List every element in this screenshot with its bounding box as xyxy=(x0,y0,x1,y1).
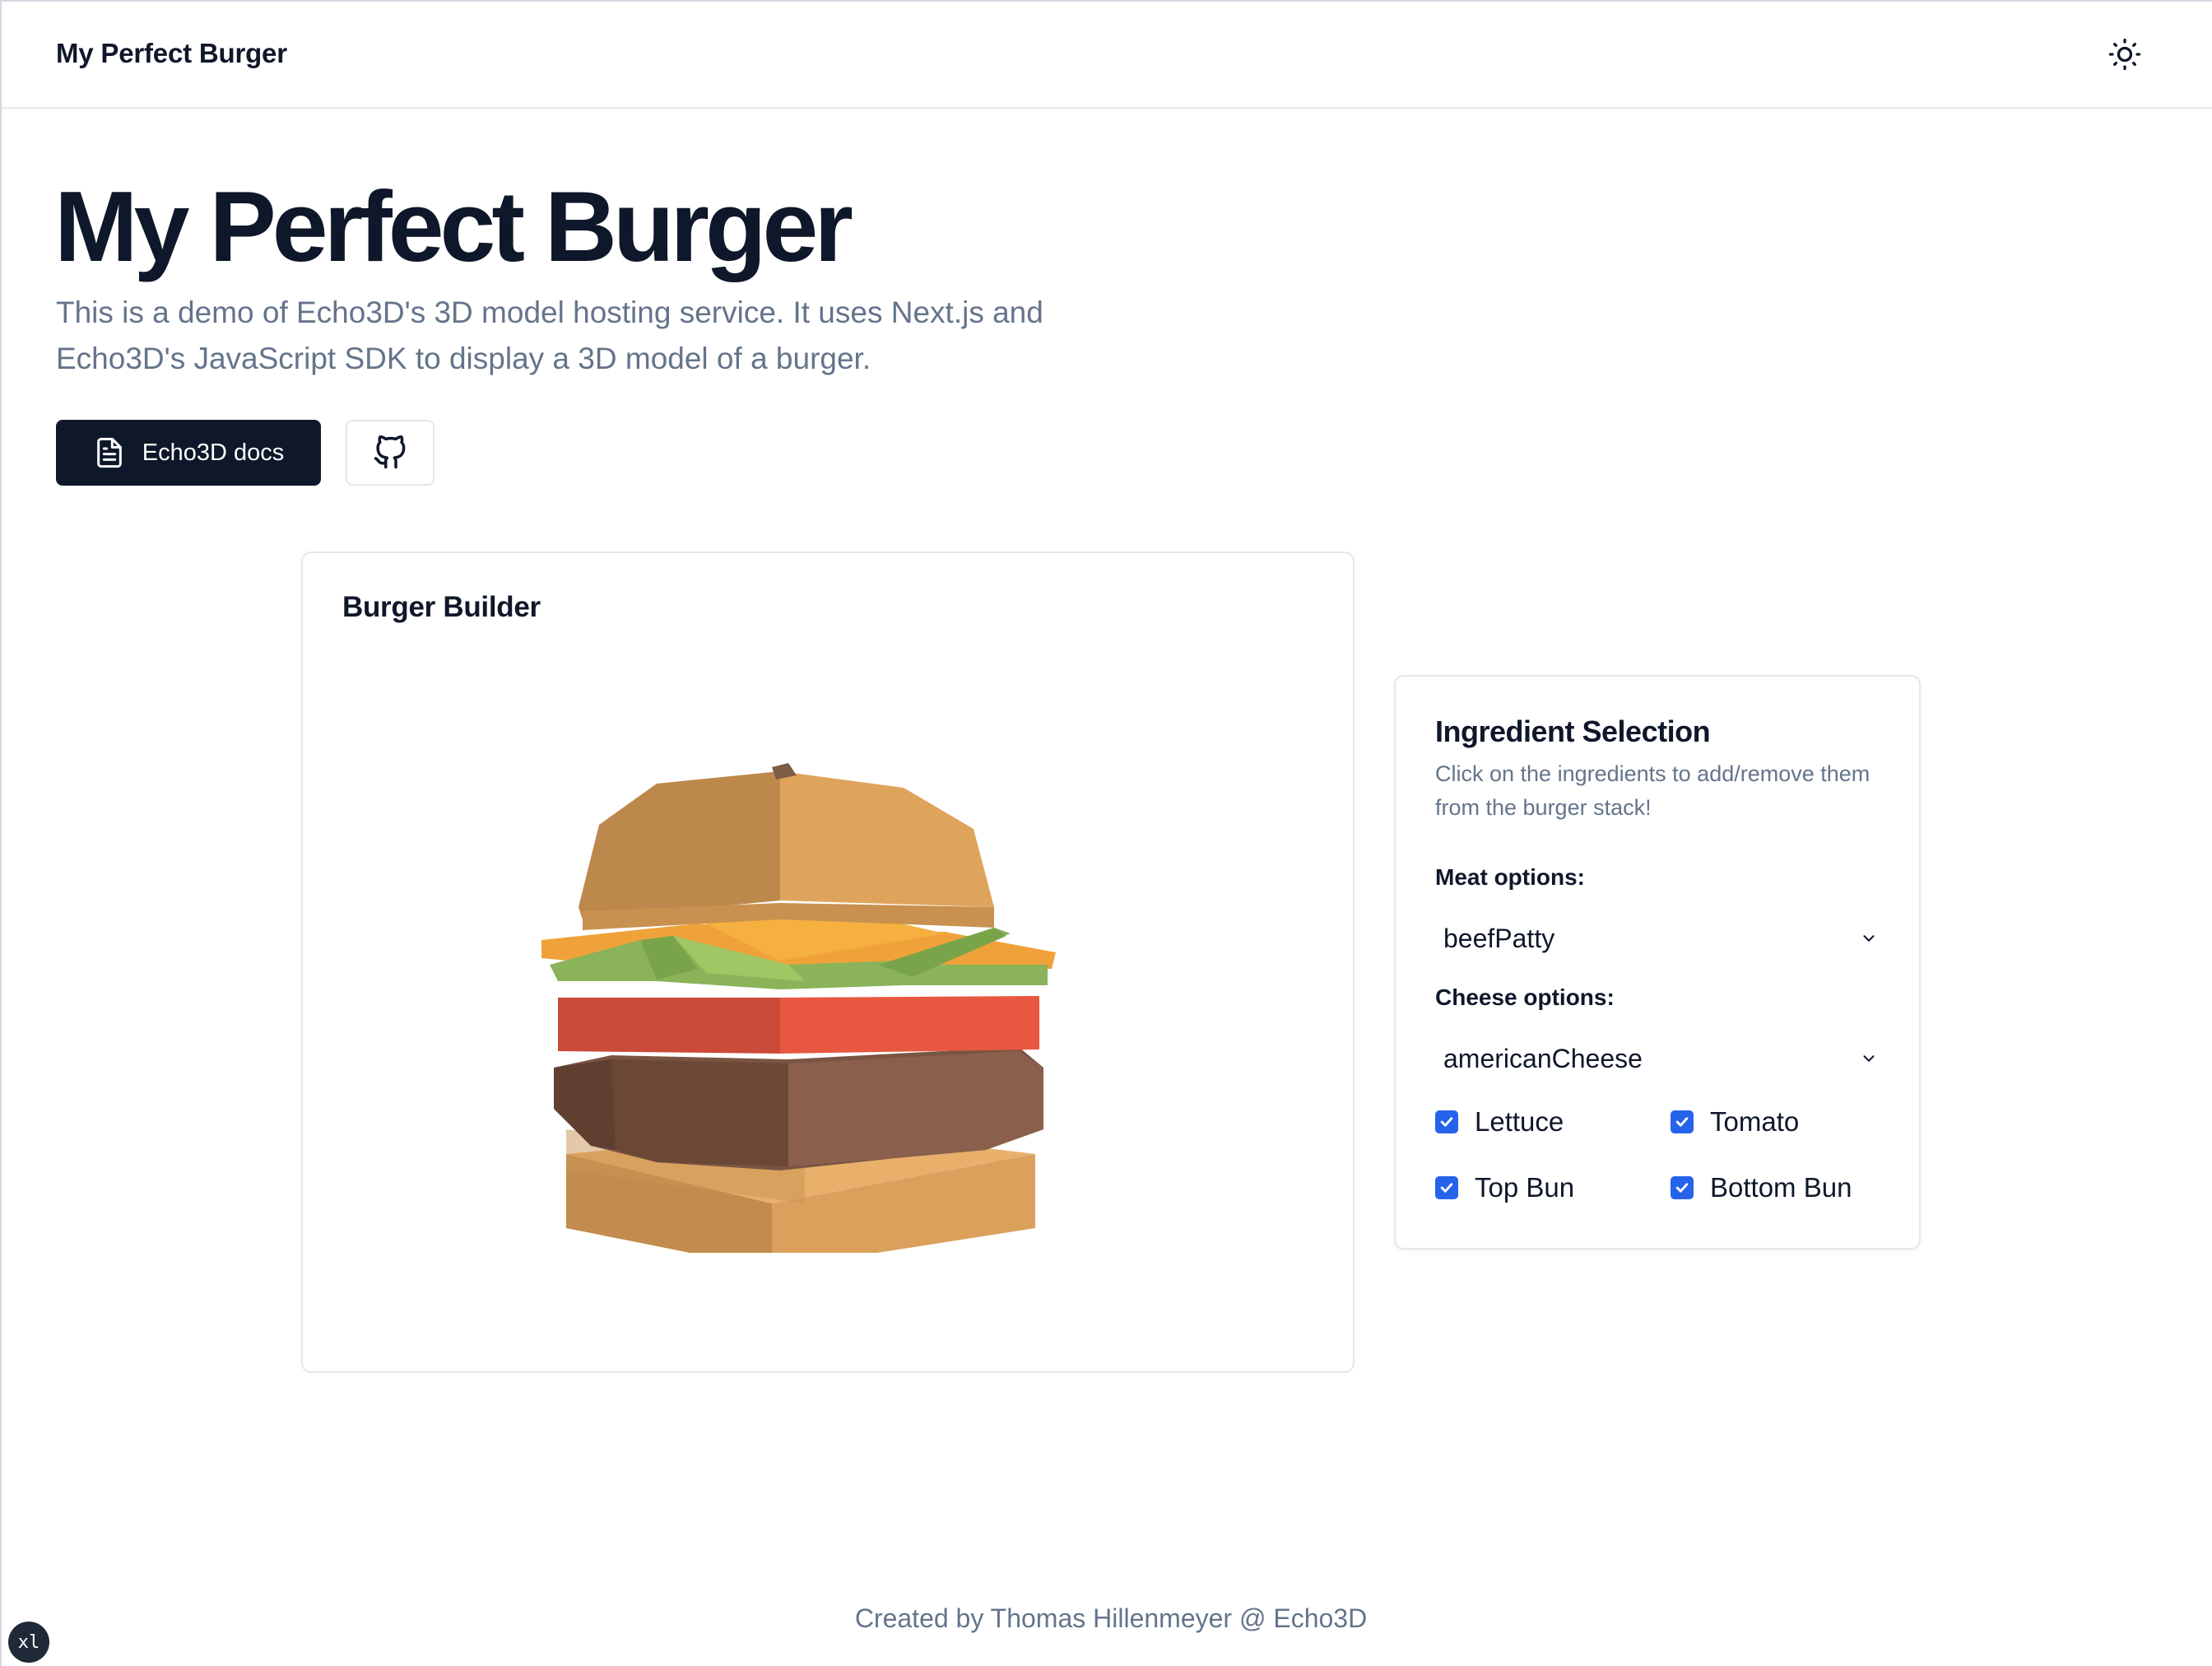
burger-builder-card: Burger Builder xyxy=(301,551,1355,1373)
chevron-down-icon xyxy=(1863,1055,1875,1063)
top-bun-label: Top Bun xyxy=(1475,1172,1575,1203)
lettuce-checkbox[interactable]: Lettuce xyxy=(1435,1106,1564,1138)
github-button[interactable] xyxy=(346,420,434,486)
ingredient-selection-card: Ingredient Selection Click on the ingred… xyxy=(1394,675,1921,1250)
ingredient-selection-description: Click on the ingredients to add/remove t… xyxy=(1435,761,1870,820)
checkbox-checked-icon[interactable] xyxy=(1435,1110,1458,1133)
page-title: My Perfect Burger xyxy=(54,170,853,282)
theme-toggle-button[interactable] xyxy=(2102,31,2148,77)
site-brand[interactable]: My Perfect Burger xyxy=(56,38,287,69)
page-description: This is a demo of Echo3D's 3D model host… xyxy=(56,296,1043,375)
meat-options-label: Meat options: xyxy=(1435,864,1585,890)
lettuce-label: Lettuce xyxy=(1475,1106,1564,1137)
checkbox-checked-icon[interactable] xyxy=(1671,1110,1694,1133)
breakpoint-badge: xl xyxy=(8,1622,49,1663)
sun-icon xyxy=(2108,38,2141,71)
meat-select-value: beefPatty xyxy=(1443,923,1555,953)
checkbox-checked-icon[interactable] xyxy=(1435,1176,1458,1199)
top-navbar: My Perfect Burger xyxy=(2,2,2212,109)
footer-credit: Created by Thomas Hillenmeyer @ Echo3D xyxy=(854,1603,1368,1633)
bottom-bun-label: Bottom Bun xyxy=(1710,1172,1852,1203)
echo3d-docs-button[interactable]: Echo3D docs xyxy=(56,420,321,486)
meat-select[interactable]: beefPatty xyxy=(1435,912,1886,965)
bottom-bun-checkbox[interactable]: Bottom Bun xyxy=(1671,1172,1852,1203)
tomato-label: Tomato xyxy=(1710,1106,1800,1137)
top-bun xyxy=(579,763,994,930)
echo3d-docs-label: Echo3D docs xyxy=(142,439,285,466)
github-icon xyxy=(374,435,406,469)
burger-builder-title: Burger Builder xyxy=(342,591,541,623)
document-icon xyxy=(96,437,122,468)
cheese-select-value: americanCheese xyxy=(1443,1043,1643,1073)
tomato-checkbox[interactable]: Tomato xyxy=(1671,1106,1799,1138)
cheese-select[interactable]: americanCheese xyxy=(1435,1032,1886,1085)
burger-3d-viewer[interactable] xyxy=(533,742,1109,1253)
chevron-down-icon xyxy=(1863,935,1875,942)
tomato-slice xyxy=(558,996,1039,1054)
ingredient-selection-title: Ingredient Selection xyxy=(1435,714,1711,748)
checkbox-checked-icon[interactable] xyxy=(1671,1176,1694,1199)
cheese-options-label: Cheese options: xyxy=(1435,984,1615,1010)
top-bun-checkbox[interactable]: Top Bun xyxy=(1435,1172,1574,1203)
